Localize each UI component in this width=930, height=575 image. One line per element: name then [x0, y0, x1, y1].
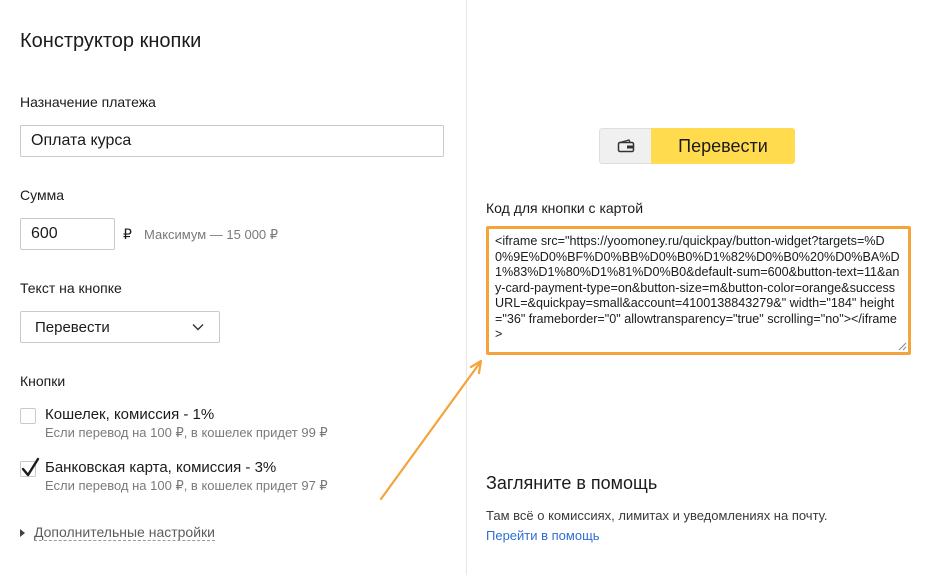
- chevron-down-icon: [192, 324, 204, 331]
- wallet-checkbox[interactable]: [20, 408, 36, 424]
- card-option-label: Банковская карта, комиссия - 3%: [45, 459, 277, 476]
- preview-button-label: Перевести: [651, 128, 795, 164]
- wallet-option-label: Кошелек, комиссия - 1%: [45, 406, 215, 423]
- resize-grip-icon[interactable]: [898, 342, 907, 351]
- advanced-settings-toggle[interactable]: Дополнительные настройки: [20, 524, 215, 541]
- sum-label: Сумма: [20, 187, 64, 203]
- sum-input[interactable]: [20, 218, 115, 250]
- purpose-label: Назначение платежа: [20, 94, 156, 110]
- help-link[interactable]: Перейти в помощь: [486, 528, 600, 543]
- button-text-select[interactable]: Перевести: [20, 311, 220, 343]
- button-text-label: Текст на кнопке: [20, 280, 122, 296]
- page-title: Конструктор кнопки: [20, 30, 202, 52]
- help-text: Там всё о комиссиях, лимитах и уведомлен…: [486, 508, 828, 523]
- buttons-label: Кнопки: [20, 373, 66, 389]
- max-sum-note: Максимум — 15 000 ₽: [144, 227, 279, 242]
- preview-wallet-segment: [599, 128, 651, 164]
- option-wallet[interactable]: Кошелек, комиссия - 1% Если перевод на 1…: [20, 406, 328, 442]
- checkmark-icon: [21, 457, 40, 477]
- embed-code-text: <iframe src="https://yoomoney.ru/quickpa…: [495, 234, 900, 341]
- option-card[interactable]: Банковская карта, комиссия - 3% Если пер…: [20, 457, 328, 495]
- card-checkbox[interactable]: [20, 457, 40, 477]
- wallet-option-hint: Если перевод на 100 ₽, в кошелек придет …: [45, 425, 328, 440]
- embed-code-textarea[interactable]: <iframe src="https://yoomoney.ru/quickpa…: [486, 226, 911, 355]
- card-option-hint: Если перевод на 100 ₽, в кошелек придет …: [45, 478, 328, 493]
- advanced-settings-link[interactable]: Дополнительные настройки: [34, 524, 215, 541]
- constructor-panel: Конструктор кнопки Назначение платежа Су…: [0, 0, 466, 575]
- purpose-input[interactable]: [20, 125, 444, 157]
- code-label: Код для кнопки с картой: [486, 200, 644, 216]
- wallet-icon: [617, 139, 634, 153]
- currency-symbol: ₽: [123, 226, 132, 242]
- preview-transfer-button[interactable]: Перевести: [599, 128, 795, 164]
- button-text-selected: Перевести: [35, 318, 110, 336]
- expand-triangle-icon: [20, 528, 25, 537]
- help-title: Загляните в помощь: [486, 473, 658, 493]
